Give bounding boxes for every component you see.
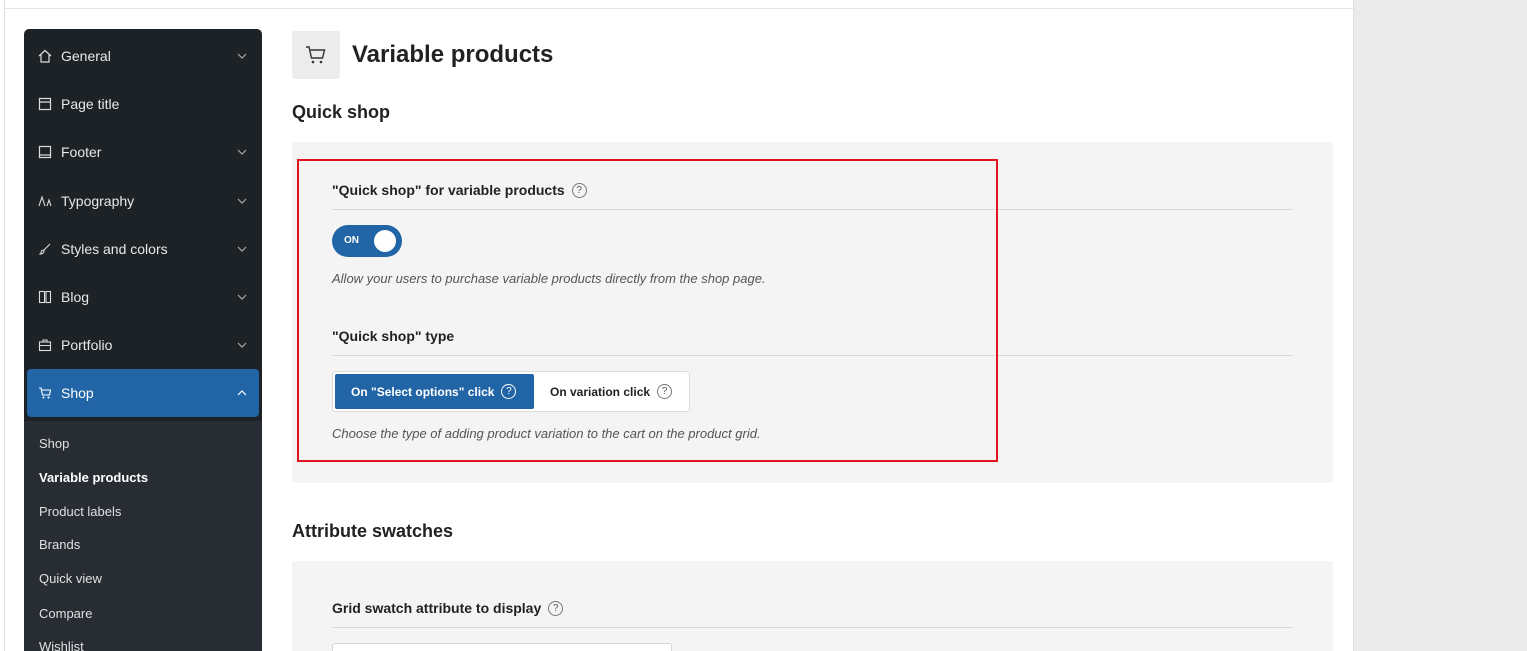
home-icon bbox=[37, 48, 53, 64]
chevron-down-icon bbox=[235, 149, 249, 155]
sidebar-item-label: Portfolio bbox=[61, 337, 113, 353]
section-title-attribute-swatches: Attribute swatches bbox=[292, 521, 454, 541]
right-gutter bbox=[1353, 0, 1527, 651]
section-title-quick-shop: Quick shop bbox=[292, 102, 391, 122]
sidebar-item-label: Page title bbox=[61, 96, 120, 112]
divider bbox=[332, 627, 1293, 628]
sidebar-item-footer[interactable]: Footer bbox=[27, 128, 259, 176]
page-title: Variable products bbox=[352, 41, 554, 68]
sidebar-item-page-title[interactable]: Page title bbox=[27, 80, 259, 128]
sidebar-item-label: Footer bbox=[61, 144, 102, 160]
submenu-item-wishlist[interactable]: Wishlist bbox=[39, 639, 84, 651]
submenu-item-compare[interactable]: Compare bbox=[39, 606, 92, 621]
sidebar-item-label: Styles and colors bbox=[61, 241, 168, 257]
brush-icon bbox=[37, 241, 53, 257]
footer-icon bbox=[37, 144, 53, 160]
grid-swatch-attribute-select[interactable] bbox=[332, 643, 672, 651]
sidebar-item-label: Shop bbox=[61, 385, 94, 401]
submenu-item-product-labels[interactable]: Product labels bbox=[39, 504, 121, 519]
sidebar-item-label: Typography bbox=[61, 193, 135, 209]
chevron-down-icon bbox=[235, 294, 249, 300]
settings-sidebar: General Page title Footer Typography Sty… bbox=[24, 29, 262, 651]
submenu-item-brands[interactable]: Brands bbox=[39, 537, 80, 552]
chevron-down-icon bbox=[235, 53, 249, 59]
help-icon[interactable]: ? bbox=[548, 600, 564, 616]
sidebar-item-styles-and-colors[interactable]: Styles and colors bbox=[27, 225, 259, 273]
sidebar-item-general[interactable]: General bbox=[27, 32, 259, 80]
sidebar-item-portfolio[interactable]: Portfolio bbox=[27, 321, 259, 369]
submenu-item-quick-view[interactable]: Quick view bbox=[39, 571, 102, 586]
cart-icon bbox=[292, 31, 340, 79]
cart-icon bbox=[37, 385, 53, 401]
submenu-item-variable-products[interactable]: Variable products bbox=[39, 470, 148, 485]
page-icon bbox=[37, 96, 53, 112]
sidebar-item-blog[interactable]: Blog bbox=[27, 273, 259, 321]
field-label-text: Grid swatch attribute to display bbox=[332, 600, 542, 616]
sidebar-item-typography[interactable]: Typography bbox=[27, 177, 259, 225]
sidebar-item-shop[interactable]: Shop bbox=[27, 369, 259, 417]
top-border bbox=[4, 8, 1353, 9]
blog-icon bbox=[37, 289, 53, 305]
chevron-down-icon bbox=[235, 246, 249, 252]
chevron-down-icon bbox=[235, 342, 249, 348]
sidebar-item-label: Blog bbox=[61, 289, 90, 305]
grid-swatch-attribute-label: Grid swatch attribute to display ? bbox=[332, 600, 564, 616]
chevron-down-icon bbox=[235, 198, 249, 204]
typography-icon bbox=[37, 193, 53, 209]
submenu-item-shop[interactable]: Shop bbox=[39, 436, 69, 451]
highlight-box bbox=[297, 159, 998, 462]
chevron-up-icon bbox=[235, 390, 249, 396]
left-border bbox=[4, 0, 5, 651]
shop-submenu: Shop Variable products Product labels Br… bbox=[24, 421, 262, 651]
briefcase-icon bbox=[37, 337, 53, 353]
sidebar-item-label: General bbox=[61, 48, 111, 64]
